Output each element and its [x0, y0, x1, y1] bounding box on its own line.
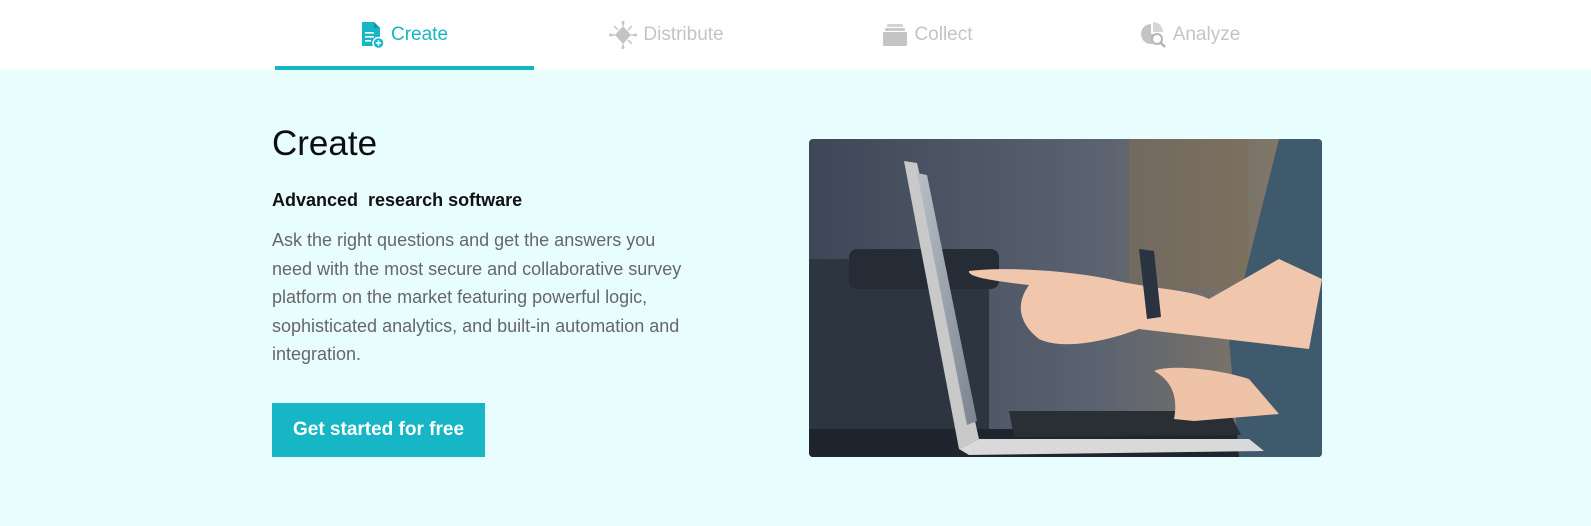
tab-collect[interactable]: Collect: [798, 0, 1057, 70]
laptop-photo: [809, 139, 1322, 457]
section-description: Ask the right questions and get the answ…: [272, 230, 682, 365]
pie-chart-magnifier-icon: [1139, 21, 1167, 49]
document-plus-icon: [361, 21, 385, 49]
share-network-icon: [609, 21, 638, 49]
tab-create[interactable]: Create: [275, 0, 534, 70]
stacked-folders-icon: [882, 22, 908, 48]
tab-analyze-label: Analyze: [1172, 24, 1241, 45]
section-subtitle: Advanced research software: [272, 190, 523, 210]
get-started-button[interactable]: Get started for free: [272, 403, 485, 457]
tab-create-label: Create: [390, 24, 449, 45]
section-title: Create: [272, 124, 378, 163]
tab-distribute-label: Distribute: [643, 24, 724, 45]
feature-tab-bar: Create Distribute Collect Analyze: [0, 0, 1591, 70]
tab-distribute[interactable]: Distribute: [537, 0, 796, 70]
tab-analyze[interactable]: Analyze: [1060, 0, 1319, 70]
tab-collect-label: Collect: [914, 24, 973, 45]
